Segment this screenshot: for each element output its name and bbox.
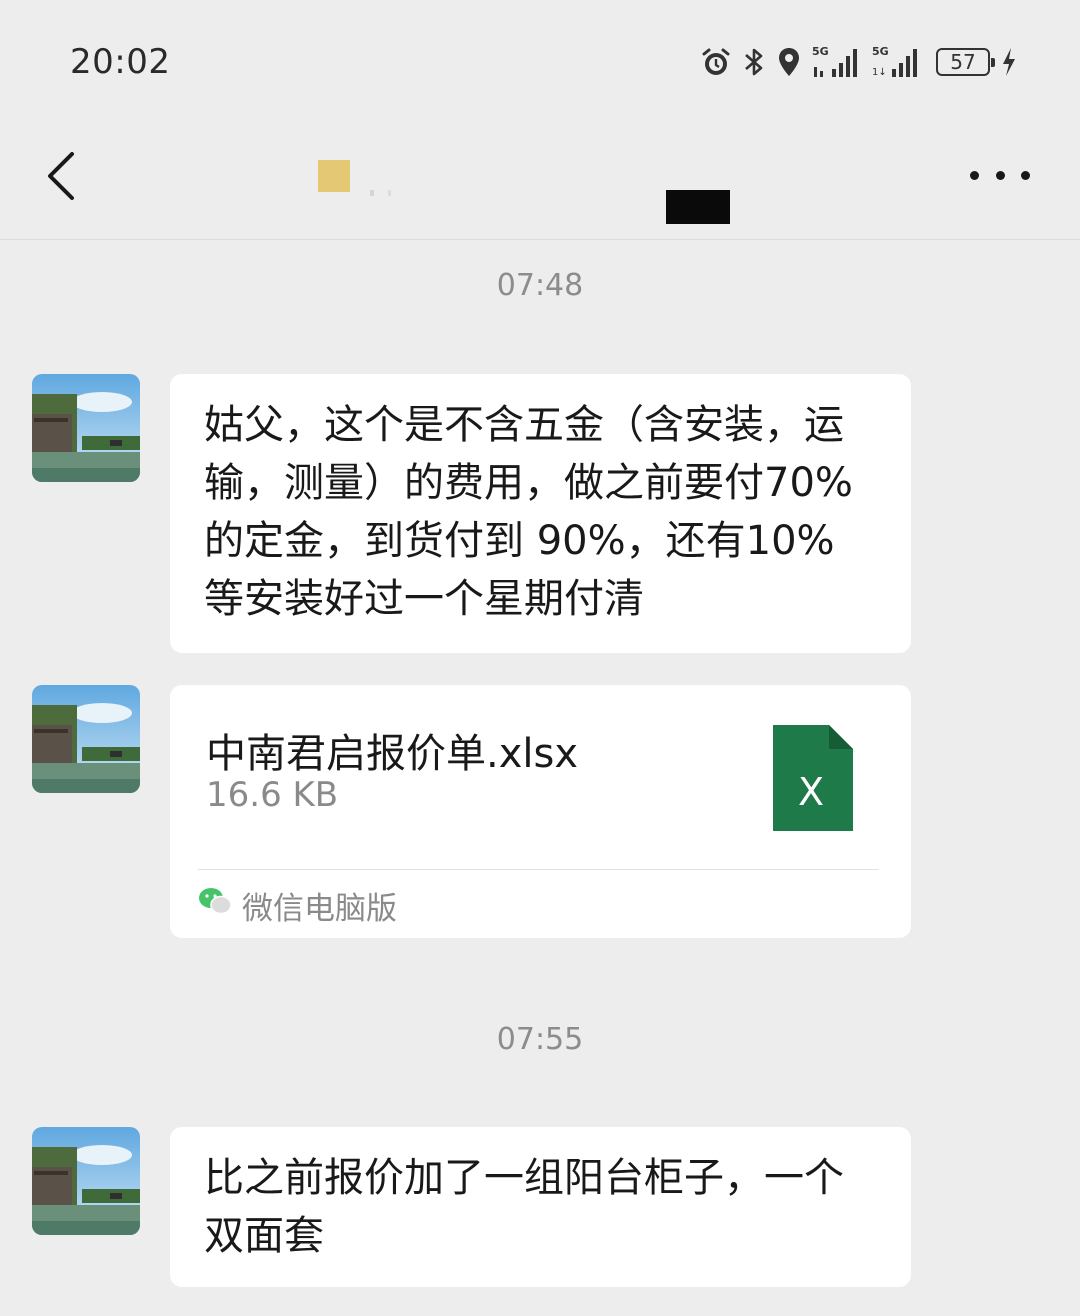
chat-timestamp: 07:55 xyxy=(496,1022,584,1057)
title-redaction-dots xyxy=(370,190,430,196)
chevron-left-icon xyxy=(48,152,74,200)
avatar-image xyxy=(32,374,140,482)
location-icon xyxy=(776,46,802,78)
avatar[interactable] xyxy=(32,1127,140,1235)
file-source-label: 微信电脑版 xyxy=(242,890,397,927)
svg-text:1↓: 1↓ xyxy=(872,67,887,78)
avatar-image xyxy=(32,685,140,793)
alarm-icon xyxy=(700,46,732,78)
more-dots-icon xyxy=(970,170,979,180)
chat-timestamp: 07:48 xyxy=(496,268,584,303)
chat-title[interactable] xyxy=(300,150,780,224)
back-button[interactable] xyxy=(36,148,86,204)
battery-level: 57 xyxy=(950,50,976,74)
message-bubble[interactable]: 姑父，这个是不含五金（含安装，运输，测量）的费用，做之前要付70% 的定金，到货… xyxy=(170,374,911,653)
status-time: 20:02 xyxy=(70,42,171,82)
bluetooth-icon xyxy=(742,46,766,78)
file-message-bubble[interactable]: 中南君启报价单.xlsx 16.6 KB X 微信电脑版 xyxy=(170,685,911,938)
svg-text:5G: 5G xyxy=(872,45,889,58)
more-dot xyxy=(1021,170,1030,180)
title-redaction-block xyxy=(666,190,730,224)
chat-header xyxy=(0,120,1080,240)
more-button[interactable] xyxy=(970,160,1030,190)
avatar[interactable] xyxy=(32,374,140,482)
charging-icon xyxy=(1000,46,1018,78)
title-redaction-swatch xyxy=(318,160,350,192)
divider xyxy=(198,869,879,870)
signal-5g-icon: 5G 1↓ xyxy=(872,45,922,79)
excel-icon-letter: X xyxy=(798,770,824,814)
signal-5g-icon: 5G xyxy=(812,45,862,79)
status-icons: 5G 5G 1↓ 57 xyxy=(700,40,1018,84)
excel-file-icon: X xyxy=(773,725,853,831)
wechat-icon xyxy=(198,886,232,924)
more-dot xyxy=(995,170,1005,180)
file-source: 微信电脑版 xyxy=(198,885,397,927)
battery-icon: 57 xyxy=(936,48,995,76)
file-name: 中南君启报价单.xlsx xyxy=(206,731,579,777)
avatar[interactable] xyxy=(32,685,140,793)
avatar-image xyxy=(32,1127,140,1235)
svg-text:5G: 5G xyxy=(812,45,829,58)
file-size: 16.6 KB xyxy=(206,775,339,815)
message-bubble[interactable]: 比之前报价加了一组阳台柜子，一个双面套 xyxy=(170,1127,911,1287)
status-bar: 20:02 5G 5G 1↓ 57 xyxy=(0,0,1080,120)
